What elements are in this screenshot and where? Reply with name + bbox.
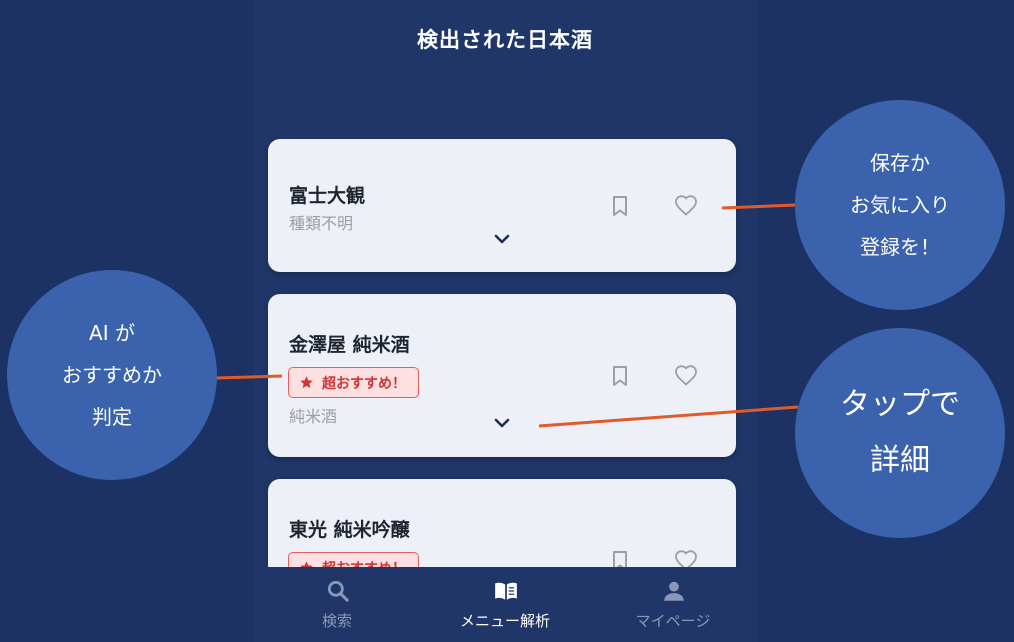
annotation-line: 判定 [92, 405, 132, 429]
annotation-tap-bubble: タップで 詳細 [795, 328, 1005, 538]
search-icon [327, 580, 349, 602]
star-icon [300, 376, 313, 389]
person-icon [664, 581, 684, 601]
annotation-line: 詳細 [870, 443, 930, 478]
sake-name: 金澤屋 純米酒 [289, 334, 410, 356]
chevron-down-icon[interactable] [490, 411, 514, 435]
book-icon [495, 582, 517, 600]
bookmark-icon [613, 196, 627, 216]
app-screen: 検出された日本酒 富士大観 種類不明 金澤屋 純米酒 超おすすめ！ 純米酒 東光… [253, 0, 757, 642]
bookmark-button[interactable] [605, 191, 635, 221]
sake-type: 純米酒 [289, 407, 338, 426]
annotation-save-bubble: 保存か お気に入り 登録を！ [795, 100, 1005, 310]
page-title: 検出された日本酒 [417, 28, 593, 52]
nav-label: マイページ [635, 612, 711, 630]
nav-label: メニュー解析 [459, 612, 550, 630]
recommend-badge: 超おすすめ！ [288, 367, 419, 398]
nav-mypage[interactable]: マイページ [589, 567, 757, 642]
sake-name: 富士大観 [289, 185, 366, 207]
bookmark-button[interactable] [605, 361, 635, 391]
favorite-button[interactable] [671, 191, 701, 221]
heart-icon [675, 195, 697, 216]
annotation-line: AI が [89, 321, 135, 345]
favorite-button[interactable] [671, 361, 701, 391]
sake-name: 東光 純米吟醸 [289, 519, 410, 541]
nav-label: 検索 [321, 612, 352, 630]
annotation-ai-bubble: AI が おすすめか 判定 [7, 270, 217, 480]
nav-search[interactable]: 検索 [253, 567, 421, 642]
sake-type: 種類不明 [289, 214, 354, 233]
sake-card[interactable]: 金澤屋 純米酒 超おすすめ！ 純米酒 [268, 294, 736, 457]
sake-card[interactable]: 富士大観 種類不明 [268, 139, 736, 272]
heart-icon [675, 365, 697, 386]
bottom-nav: 検索 メニュー解析 マイページ [253, 567, 757, 642]
badge-label: 超おすすめ！ [322, 375, 406, 392]
annotation-line: 保存か [870, 151, 930, 175]
annotation-line: おすすめか [62, 363, 162, 387]
annotation-line: 登録を！ [860, 235, 940, 259]
annotation-line: タップで [840, 387, 960, 422]
chevron-down-icon[interactable] [490, 227, 514, 251]
bookmark-icon [613, 366, 627, 386]
annotation-line: お気に入り [850, 193, 950, 217]
nav-menu-analysis[interactable]: メニュー解析 [421, 567, 589, 642]
